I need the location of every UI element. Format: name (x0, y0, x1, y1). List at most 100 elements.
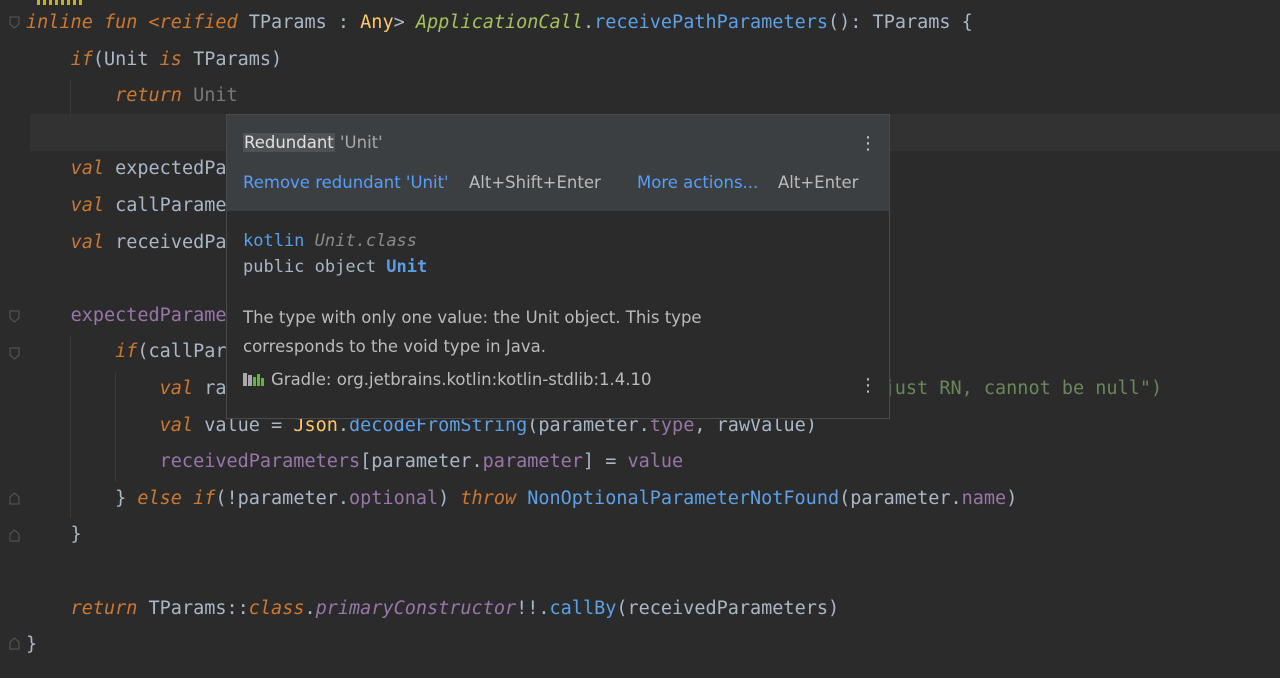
code-line[interactable]: val callParame (26, 188, 227, 224)
code-token: <reified (148, 12, 249, 33)
remove-redundant-unit-link[interactable]: Remove redundant 'Unit' (243, 173, 449, 192)
code-token: : (337, 12, 361, 33)
code-token: val (70, 231, 116, 253)
code-line[interactable]: val receivedPa (26, 225, 227, 261)
code-token: val (159, 378, 205, 399)
fold-end-marker-icon[interactable] (9, 637, 20, 650)
inspection-header: Redundant 'Unit' ⋮ Remove redundant 'Uni… (227, 115, 889, 211)
code-token: Any (360, 12, 394, 33)
doc-name: Unit (386, 257, 428, 277)
code-line[interactable]: } else if(!parameter.optional) throw Non… (26, 481, 1017, 517)
code-token: ra (204, 378, 227, 399)
library-name: Gradle: org.jetbrains.kotlin:kotlin-stdl… (271, 370, 652, 389)
code-token: Unit (193, 85, 238, 107)
fold-marker-icon[interactable] (9, 310, 20, 323)
code-token: if (70, 48, 93, 70)
code-token: throw (460, 487, 528, 509)
inspection-detail: 'Unit' (334, 133, 383, 152)
code-token: (Unit (92, 48, 160, 70)
inspection-word: Redundant (243, 133, 335, 152)
code-token: (!parameter. (215, 487, 350, 509)
more-actions-shortcut: Alt+Enter (778, 173, 859, 192)
code-token: receivedParameters (159, 451, 361, 473)
code-token: [parameter. (360, 451, 483, 473)
code-token: return (115, 85, 194, 107)
code-token: TParams (248, 12, 338, 33)
code-token: NonOptionalParameterNotFound (527, 487, 840, 509)
code-token: ] = (582, 451, 628, 473)
code-line[interactable]: val expectedPa (26, 151, 227, 187)
doc-class: Unit.class (314, 231, 418, 251)
doc-declaration: public object (243, 257, 387, 277)
code-token: ) (1006, 487, 1018, 509)
fix-shortcut: Alt+Shift+Enter (469, 173, 601, 192)
code-token: } (26, 487, 138, 509)
code-token: (receivedParameters) (616, 597, 840, 619)
code-token: . (582, 12, 595, 33)
code-token: } (26, 524, 82, 546)
code-token: ApplicationCall (415, 12, 583, 33)
code-token: receivedPa (115, 231, 227, 253)
more-vertical-icon[interactable]: ⋮ (859, 135, 877, 153)
code-token: > (393, 12, 416, 33)
code-token: primaryConstructor (315, 597, 517, 619)
doc-description-1: The type with only one value: the Unit o… (243, 308, 702, 327)
code-token: val (159, 414, 205, 436)
code-line[interactable]: expectedParame (26, 298, 227, 334)
code-line[interactable]: if(Unit is TParams) (26, 42, 283, 78)
code-token: value (627, 451, 684, 473)
library-info: Gradle: org.jetbrains.kotlin:kotlin-stdl… (243, 370, 652, 391)
code-token: if (115, 341, 138, 363)
code-token: else if (137, 487, 216, 509)
code-line[interactable]: return Unit (26, 78, 238, 114)
code-token: (callPar (137, 341, 227, 363)
inspection-title: Redundant 'Unit' (243, 133, 383, 152)
code-token: class (248, 597, 305, 619)
code-token: receivePathParameters (594, 12, 828, 33)
code-token: name (961, 487, 1007, 509)
code-line[interactable]: receivedParameters[parameter.parameter] … (26, 444, 684, 480)
code-token: return (70, 597, 149, 619)
code-line[interactable]: return TParams::class.primaryConstructor… (26, 591, 840, 627)
more-actions-link[interactable]: More actions... (637, 173, 758, 192)
code-token: is (159, 48, 194, 70)
code-token: callParame (115, 195, 227, 216)
fold-marker-icon[interactable] (9, 347, 20, 360)
code-token: expectedPa (115, 158, 227, 180)
code-line[interactable]: if(callPar (26, 334, 227, 370)
code-token: val (70, 195, 116, 216)
code-token: } (26, 634, 38, 656)
code-token: optional (349, 487, 439, 509)
code-token: callBy (549, 597, 617, 619)
inspection-popup: Redundant 'Unit' ⋮ Remove redundant 'Uni… (226, 114, 890, 419)
code-token: TParams:: (148, 597, 249, 619)
doc-declaration-line: public object Unit (243, 257, 427, 277)
fold-end-marker-icon[interactable] (9, 492, 20, 505)
fold-end-marker-icon[interactable] (9, 529, 20, 542)
code-line[interactable]: } (26, 517, 82, 553)
code-token: (parameter. (839, 487, 962, 509)
code-token: expectedParame (70, 304, 227, 326)
code-token: ) (438, 487, 461, 509)
code-token: TParams) (193, 48, 283, 70)
doc-description-2: corresponds to the void type in Java. (243, 337, 546, 356)
code-token: val (70, 158, 116, 180)
fold-marker-icon[interactable] (9, 16, 20, 29)
more-vertical-icon[interactable]: ⋮ (859, 377, 877, 395)
code-token: . (304, 597, 316, 619)
doc-package[interactable]: kotlin (243, 231, 304, 251)
code-line[interactable]: } (26, 627, 37, 663)
code-token: inline fun (26, 12, 149, 33)
code-line[interactable]: inline fun <reified TParams : Any> Appli… (26, 5, 973, 41)
code-token: parameter (482, 451, 583, 473)
